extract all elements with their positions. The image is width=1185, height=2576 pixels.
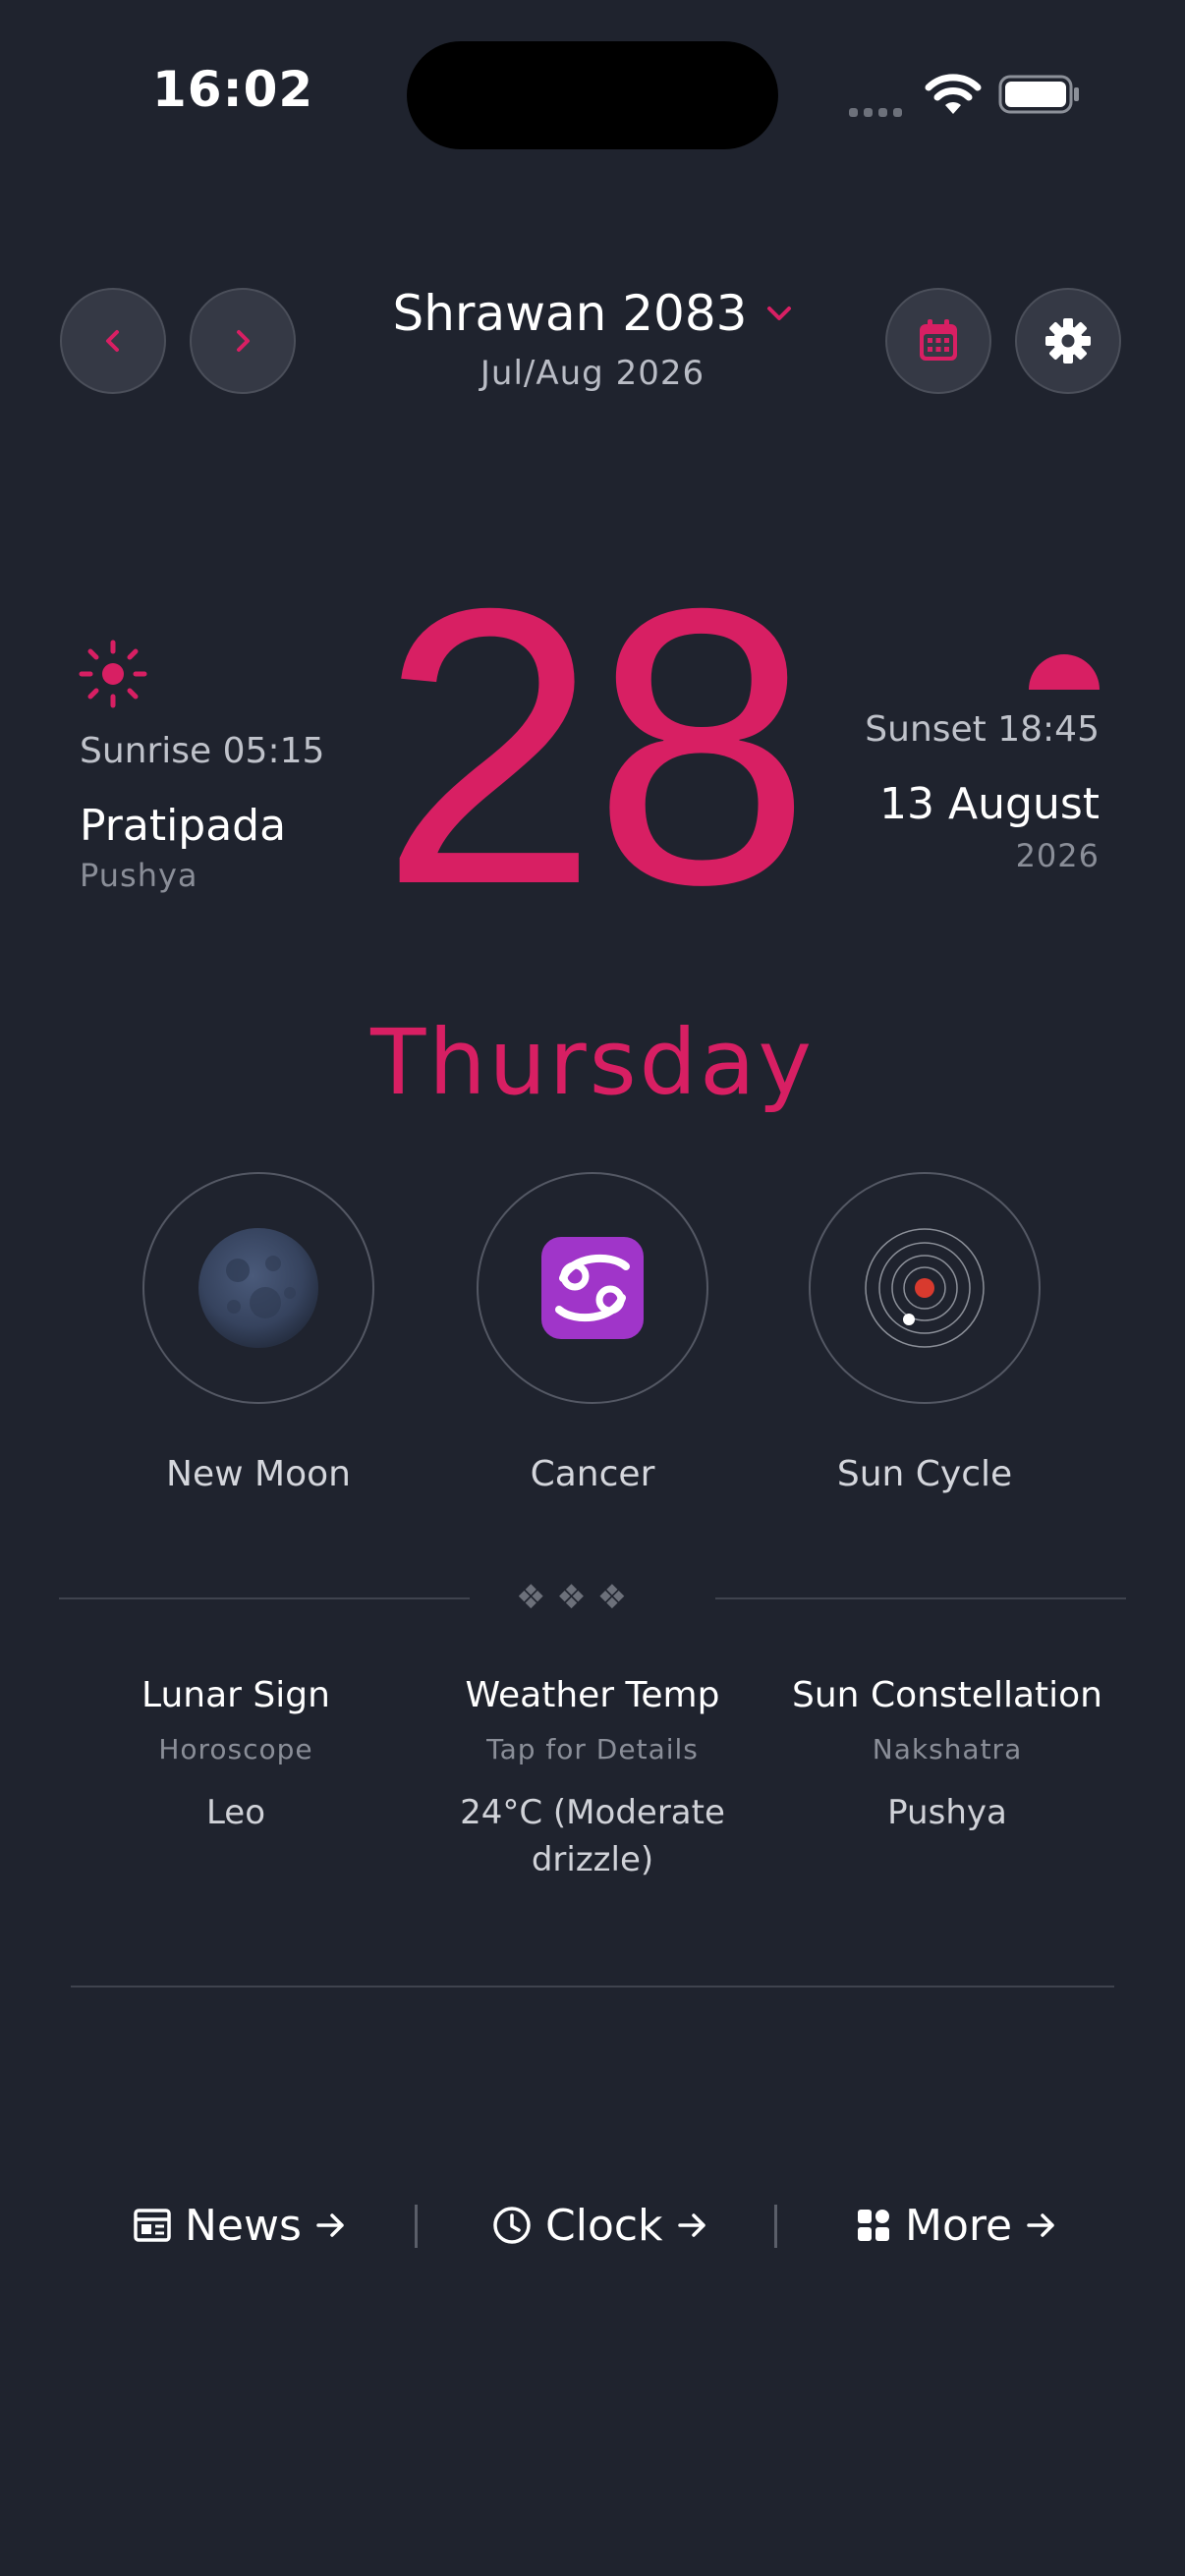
moon-icon [198,1228,318,1348]
sun-constellation-panel[interactable]: Sun Constellation Nakshatra Pushya [770,1675,1124,1836]
month-subtitle: Jul/Aug 2026 [480,354,705,393]
month-selector[interactable]: Shrawan 2083 Jul/Aug 2026 [373,285,812,393]
day-number: 28 [379,527,812,966]
sun-cycle-icon [865,1228,985,1348]
tithi-name: Pratipada [80,801,287,851]
gregorian-date: 13 August [879,779,1100,829]
divider-right [715,1597,1126,1599]
divider-left [59,1597,470,1599]
lunar-sign-panel[interactable]: Lunar Sign Horoscope Leo [59,1675,413,1836]
info-subtitle: Tap for Details [486,1733,699,1765]
cancer-zodiac-icon [541,1237,644,1339]
weekday-name: Thursday [370,1010,815,1115]
arrow-right-icon [1027,2213,1054,2237]
zodiac-button[interactable] [477,1172,708,1404]
nav-news[interactable]: News [134,2196,347,2255]
highlight-label-moon: New Moon [166,1454,351,1494]
nav-separator [774,2205,777,2248]
info-subtitle: Horoscope [158,1733,313,1765]
weather-panel[interactable]: Weather Temp Tap for Details 24°C (Moder… [416,1675,769,1883]
chevron-right-icon [237,330,250,352]
calendar-icon [920,319,957,361]
nav-news-label: News [185,2200,302,2251]
grid-icon [858,2210,889,2241]
info-title: Lunar Sign [141,1675,330,1715]
nav-clock-label: Clock [545,2200,663,2251]
sunrise-time: Sunrise 05:15 [80,731,325,771]
dynamic-island [407,41,778,149]
info-title: Sun Constellation [792,1675,1102,1715]
info-title: Weather Temp [465,1675,720,1715]
gear-icon [1045,318,1091,364]
status-time: 16:02 [152,61,314,118]
previous-month-button[interactable] [60,288,166,394]
chevron-down-icon [766,307,791,320]
battery-icon [998,75,1079,114]
calendar-button[interactable] [885,288,991,394]
month-title: Shrawan 2083 [392,285,748,342]
wifi-icon [925,74,982,114]
sunset-time: Sunset 18:45 [865,709,1100,750]
gregorian-year: 2026 [1015,837,1100,874]
sun-cycle-button[interactable] [809,1172,1041,1404]
newspaper-icon [134,2209,171,2242]
moon-phase-button[interactable] [142,1172,374,1404]
clock-icon [493,2207,531,2244]
arrow-right-icon [316,2213,344,2237]
info-value: Pushya [887,1793,1007,1832]
section-divider [71,1986,1114,1988]
info-value: 24°C (Moderate drizzle) [460,1793,725,1879]
next-month-button[interactable] [190,288,296,394]
nav-more[interactable]: More [856,2196,1057,2255]
chevron-left-icon [106,330,119,352]
sunset-sun-icon [1029,654,1100,690]
nav-more-label: More [905,2200,1013,2251]
nakshatra-name: Pushya [80,857,198,894]
sunrise-sun-icon [79,640,147,708]
info-value: Leo [205,1793,266,1832]
nav-separator [415,2205,418,2248]
arrow-right-icon [677,2213,705,2237]
info-subtitle: Nakshatra [872,1733,1023,1765]
divider-ornament: ❖ ❖ ❖ [516,1578,628,1617]
highlight-label-zodiac: Cancer [530,1454,655,1494]
nav-clock[interactable]: Clock [492,2196,708,2255]
settings-button[interactable] [1015,288,1121,394]
highlight-label-sun-cycle: Sun Cycle [836,1454,1013,1494]
cellular-signal-icon [849,102,908,121]
